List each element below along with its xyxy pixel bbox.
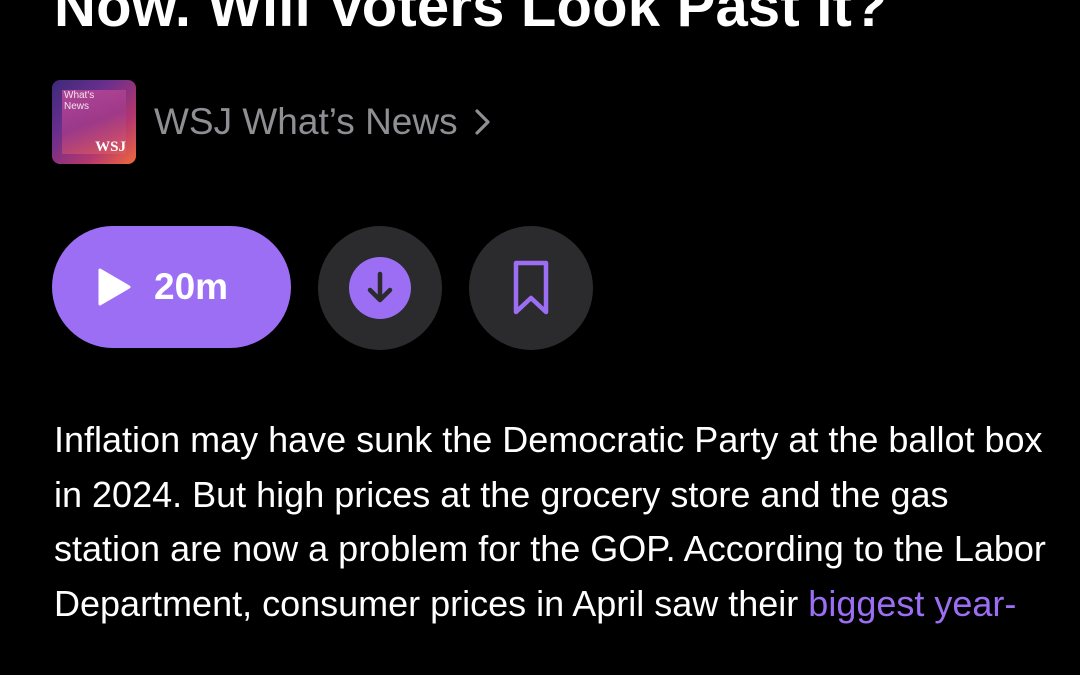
show-name: WSJ What’s News <box>154 101 458 142</box>
show-artwork[interactable]: What's News WSJ <box>52 80 136 164</box>
bookmark-button[interactable] <box>469 226 593 350</box>
play-icon <box>98 268 131 306</box>
chevron-right-icon <box>474 109 490 135</box>
description-link[interactable]: biggest year- <box>808 583 1016 624</box>
artwork-text-line2: News <box>64 101 90 112</box>
play-button[interactable]: 20m <box>52 226 291 348</box>
download-icon <box>349 257 411 319</box>
show-row[interactable]: What's News WSJ WSJ What’s News <box>52 80 494 164</box>
episode-description: Inflation may have sunk the Democratic P… <box>54 413 1054 631</box>
bookmark-icon <box>513 260 549 315</box>
download-button[interactable] <box>318 226 442 350</box>
episode-title: Now. Will Voters Look Past It? <box>54 0 888 39</box>
artwork-text-line1: What's <box>64 90 95 101</box>
show-name-link[interactable]: WSJ What’s News <box>154 101 494 143</box>
artwork-logo: WSJ <box>95 139 126 155</box>
episode-duration: 20m <box>154 266 229 307</box>
